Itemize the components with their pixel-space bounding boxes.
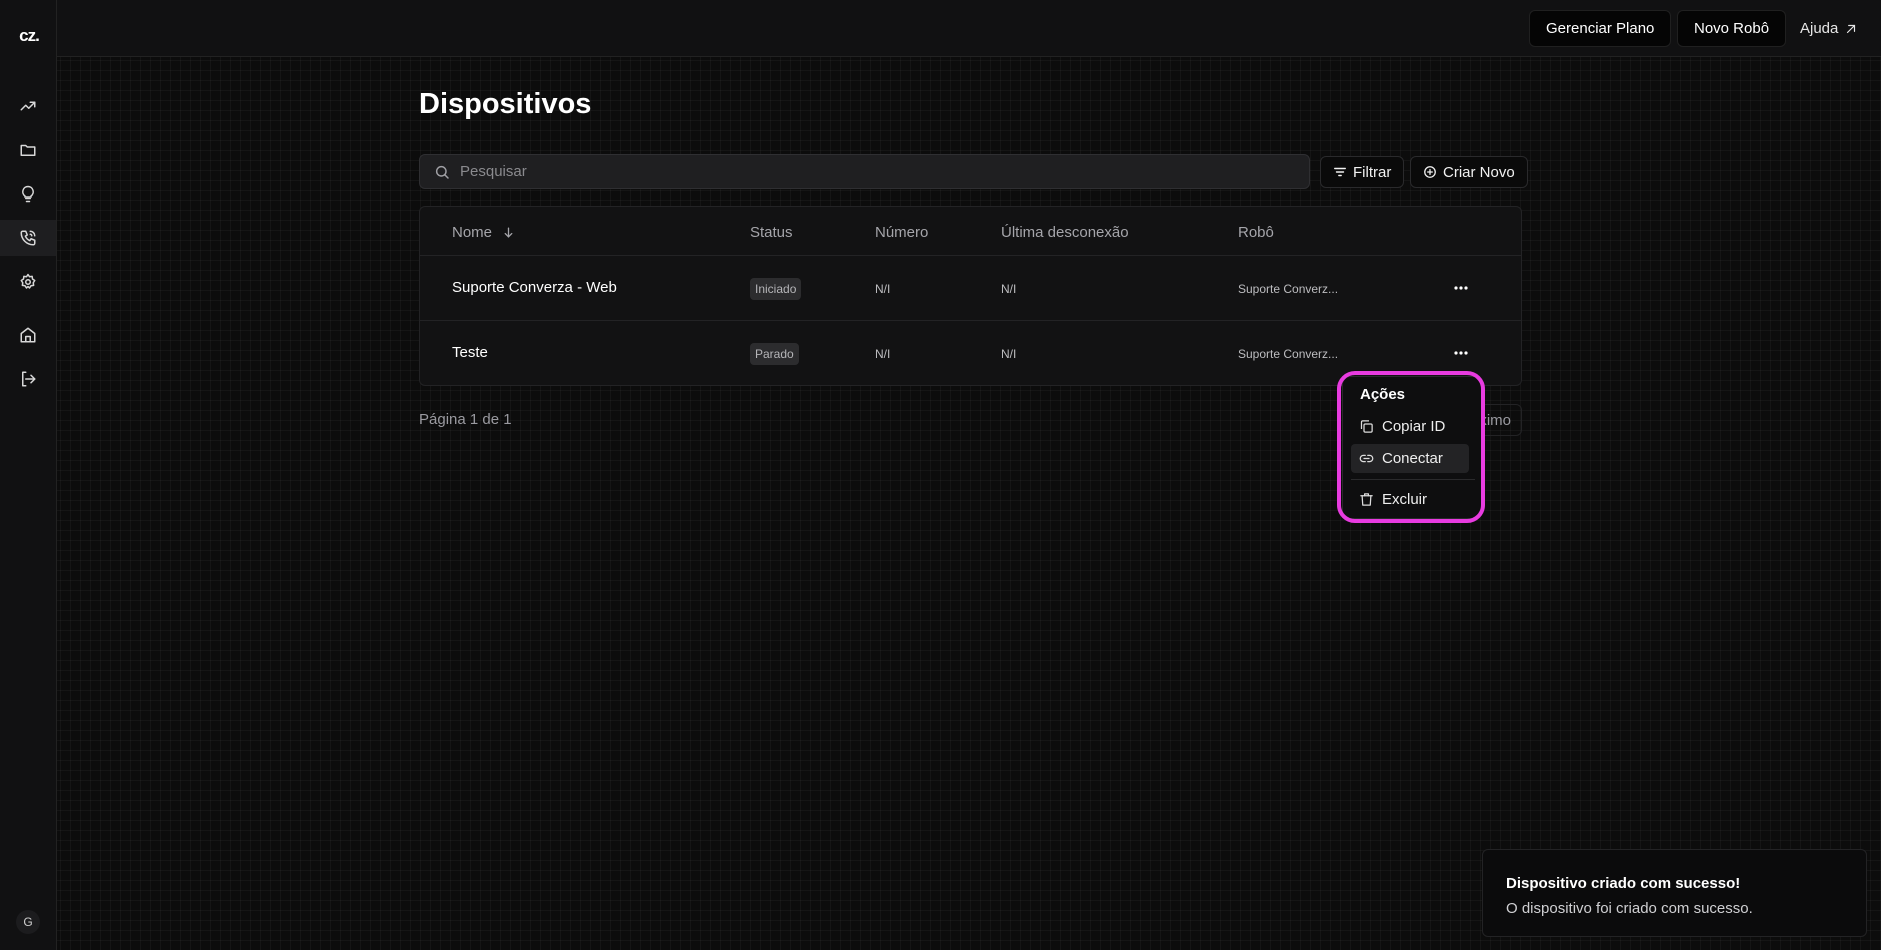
manage-plan-button[interactable]: Gerenciar Plano <box>1529 10 1672 47</box>
filter-button[interactable]: Filtrar <box>1320 156 1405 188</box>
menu-item-delete[interactable]: Excluir <box>1351 485 1469 514</box>
filter-label: Filtrar <box>1353 163 1392 181</box>
trending-icon[interactable] <box>10 88 46 124</box>
status-badge: Iniciado <box>750 278 802 300</box>
create-new-button[interactable]: Criar Novo <box>1410 156 1528 188</box>
menu-item-connect[interactable]: Conectar <box>1351 444 1469 473</box>
help-link[interactable]: Ajuda <box>1800 10 1858 47</box>
home-icon[interactable] <box>10 317 46 353</box>
create-new-label: Criar Novo <box>1443 163 1515 181</box>
menu-divider <box>1351 479 1475 480</box>
menu-item-label: Excluir <box>1382 491 1428 508</box>
status-badge: Parado <box>750 343 799 365</box>
lightbulb-icon[interactable] <box>10 176 46 212</box>
brand-logo[interactable]: cz. <box>12 22 46 50</box>
page-title: Dispositivos <box>419 88 592 120</box>
search-box[interactable] <box>419 154 1310 189</box>
toast-description: O dispositivo foi criado com sucesso. <box>1506 900 1753 917</box>
menu-item-label: Conectar <box>1382 450 1443 467</box>
device-name: Suporte Converza - Web <box>452 279 617 296</box>
new-robot-button[interactable]: Novo Robô <box>1677 10 1787 47</box>
gear-icon[interactable] <box>10 264 46 300</box>
column-header-status: Status <box>750 224 793 241</box>
copy-icon <box>1360 420 1373 433</box>
device-robot: Suporte Converz... <box>1238 347 1339 361</box>
column-header-last-disconnect: Última desconexão <box>1001 224 1129 241</box>
trash-icon <box>1360 493 1373 506</box>
column-header-robot: Robô <box>1238 224 1274 241</box>
arrow-down-icon <box>504 227 513 238</box>
filter-icon <box>1334 167 1346 177</box>
plus-circle-icon <box>1424 166 1436 178</box>
more-icon <box>1454 351 1468 355</box>
search-input[interactable] <box>460 163 1260 180</box>
device-number: N/I <box>875 347 891 361</box>
device-last-disconnect: N/I <box>1001 282 1017 296</box>
device-name: Teste <box>452 344 488 361</box>
menu-item-copy-id[interactable]: Copiar ID <box>1351 412 1469 441</box>
device-last-disconnect: N/I <box>1001 347 1017 361</box>
divider <box>420 255 1521 256</box>
device-number: N/I <box>875 282 891 296</box>
folder-icon[interactable] <box>10 132 46 168</box>
avatar[interactable]: G <box>16 910 40 934</box>
link-icon <box>1359 454 1374 463</box>
help-label: Ajuda <box>1800 20 1839 37</box>
external-arrow-icon <box>1847 24 1856 33</box>
column-header-number: Número <box>875 224 929 241</box>
device-robot: Suporte Converz... <box>1238 282 1339 296</box>
actions-menu: Ações Copiar ID Conectar Excluir <box>1342 376 1482 519</box>
column-header-name-label: Nome <box>452 224 493 241</box>
more-icon <box>1454 286 1468 290</box>
sidebar: cz. G <box>0 0 57 950</box>
toast-title: Dispositivo criado com sucesso! <box>1506 875 1741 892</box>
logout-icon[interactable] <box>10 361 46 397</box>
row-actions-button[interactable] <box>1449 276 1473 300</box>
row-actions-button[interactable] <box>1449 341 1473 365</box>
menu-title: Ações <box>1360 386 1406 403</box>
divider <box>420 320 1521 321</box>
toast-notification[interactable]: Dispositivo criado com sucesso! O dispos… <box>1482 849 1867 937</box>
devices-table: Nome Status Número Última desconexão Rob… <box>419 206 1522 386</box>
phone-icon[interactable] <box>0 220 56 256</box>
pagination-label: Página 1 de 1 <box>419 411 512 428</box>
column-header-name[interactable]: Nome <box>452 224 515 241</box>
search-icon <box>435 165 449 179</box>
menu-item-label: Copiar ID <box>1382 418 1446 435</box>
